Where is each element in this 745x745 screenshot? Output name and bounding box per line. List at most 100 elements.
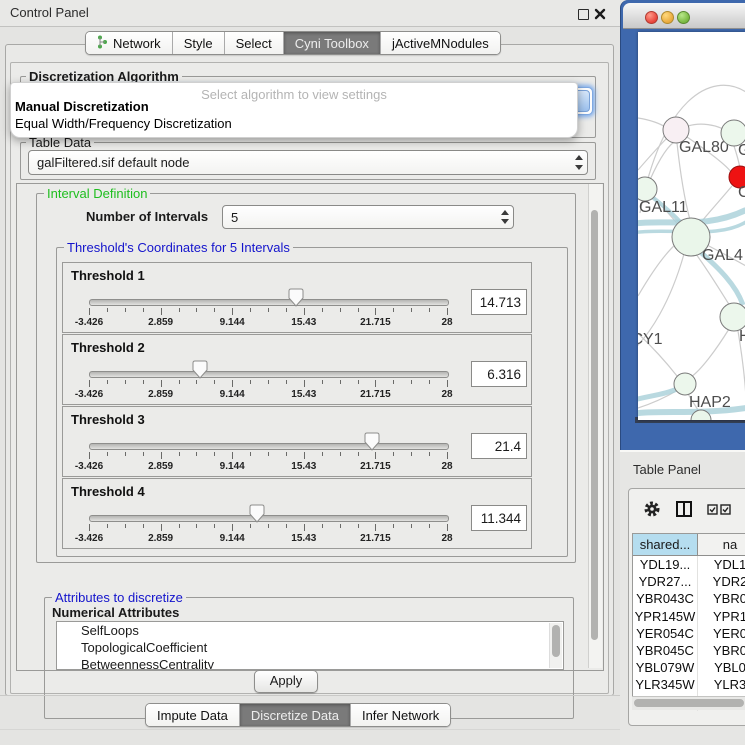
tab-label: Network — [113, 36, 161, 51]
table-row[interactable]: YER054CYER0 — [633, 625, 745, 642]
cell[interactable]: YBR043C — [633, 590, 698, 607]
tick-mark — [214, 308, 215, 312]
slider[interactable]: -3.4262.8599.14415.4321.71528 — [89, 263, 447, 332]
settings-scrollbar[interactable] — [588, 184, 602, 668]
split-columns-icon[interactable] — [675, 500, 693, 523]
network-edge[interactable] — [638, 243, 677, 296]
attributes-scrollbar[interactable] — [549, 623, 562, 668]
table-panel-title: Table Panel — [633, 462, 701, 477]
apply-button[interactable]: Apply — [254, 670, 318, 693]
cell[interactable]: YBR0 — [698, 590, 745, 607]
settings-scrollbar-thumb[interactable] — [591, 210, 598, 640]
node-label: GCY1 — [638, 331, 663, 348]
close-icon[interactable] — [594, 8, 606, 20]
float-window-icon[interactable] — [578, 9, 589, 20]
threshold-value-field[interactable]: 14.713 — [471, 289, 527, 315]
cell[interactable]: YPR1 — [698, 608, 745, 625]
stepper-arrows-icon[interactable] — [497, 206, 513, 228]
cell[interactable]: YBL0 — [698, 659, 745, 676]
number-of-intervals-select[interactable]: 5 — [222, 205, 514, 229]
table-row[interactable]: YBR043CYBR0 — [633, 590, 745, 607]
zoom-traffic-light[interactable] — [677, 11, 690, 24]
mode-tab-impute-data[interactable]: Impute Data — [146, 704, 239, 726]
checkbox-icon[interactable] — [707, 502, 718, 520]
column-header-na[interactable]: na — [698, 534, 745, 555]
network-node-h[interactable] — [720, 303, 745, 331]
table-hscrollbar-thumb[interactable] — [634, 699, 744, 707]
network-edge[interactable] — [691, 329, 729, 377]
attributes-listbox[interactable]: SelfLoopsTopologicalCoefficientBetweenne… — [56, 621, 564, 670]
cell[interactable]: YPR145W — [633, 608, 698, 625]
cell[interactable]: YDR2 — [698, 573, 745, 590]
network-node-hap2[interactable] — [674, 373, 696, 395]
slider-tick-labels: -3.4262.8599.14415.4321.71528 — [89, 317, 447, 329]
tab-cyni-toolbox[interactable]: Cyni Toolbox — [283, 32, 380, 54]
network-edge[interactable] — [638, 388, 679, 404]
algorithm-option-equal-width-frequency-discretization[interactable]: Equal Width/Frequency Discretization — [15, 116, 232, 131]
table-hscrollbar[interactable] — [632, 696, 745, 710]
threshold-value-field[interactable]: 21.4 — [471, 433, 527, 459]
tick-mark — [250, 380, 251, 384]
slider-track[interactable] — [89, 299, 449, 306]
tick-mark — [143, 380, 144, 384]
threshold-value-field[interactable]: 6.316 — [471, 361, 527, 387]
settings-gear-icon[interactable] — [643, 500, 661, 523]
cell[interactable]: YDL19... — [633, 556, 698, 573]
table-toolbar — [629, 489, 745, 533]
table-row[interactable]: YLR345WYLR3 — [633, 676, 745, 693]
checkbox-icon[interactable] — [720, 502, 731, 520]
cell[interactable]: YER0 — [698, 625, 745, 642]
cell[interactable]: YLR3 — [698, 676, 745, 693]
slider[interactable]: -3.4262.8599.14415.4321.71528 — [89, 335, 447, 404]
algorithm-option-manual-discretization[interactable]: Manual Discretization — [15, 99, 149, 114]
table-row[interactable]: YPR145WYPR1 — [633, 608, 745, 625]
cell[interactable]: YDL1 — [698, 556, 745, 573]
threshold-value-field[interactable]: 11.344 — [471, 505, 527, 531]
slider-track[interactable] — [89, 515, 449, 522]
tick-mark — [196, 452, 197, 456]
mode-tab-discretize-data[interactable]: Discretize Data — [239, 704, 350, 726]
tick-mark — [429, 452, 430, 456]
tick-label: -3.426 — [75, 389, 103, 400]
close-traffic-light[interactable] — [645, 11, 658, 24]
attributes-scrollbar-thumb[interactable] — [552, 625, 560, 657]
attribute-item-betweennesscentrality[interactable]: BetweennessCentrality — [57, 656, 563, 670]
minimize-traffic-light[interactable] — [661, 11, 674, 24]
tab-style[interactable]: Style — [172, 32, 224, 54]
tick-label: 2.859 — [148, 533, 173, 544]
cell[interactable]: YBR0 — [698, 642, 745, 659]
network-canvas[interactable]: GAL80GCGAL11GAL4GCY1HHAP2 — [638, 32, 745, 420]
network-window-titlebar[interactable] — [623, 3, 745, 29]
slider-thumb[interactable] — [364, 432, 380, 451]
slider-thumb[interactable] — [192, 360, 208, 379]
cell[interactable]: YLR345W — [633, 676, 698, 693]
slider-thumb[interactable] — [288, 288, 304, 307]
cell[interactable]: YER054C — [633, 625, 698, 642]
mode-tab-infer-network[interactable]: Infer Network — [350, 704, 450, 726]
slider-thumb[interactable] — [249, 504, 265, 523]
table-row[interactable]: YBR045CYBR0 — [633, 642, 745, 659]
network-edge[interactable] — [688, 124, 725, 130]
table-data-select[interactable]: galFiltered.sif default node — [28, 150, 588, 175]
slider-track[interactable] — [89, 371, 449, 378]
table-row[interactable]: YDL19...YDL1 — [633, 556, 745, 573]
column-header-shared[interactable]: shared... — [633, 534, 698, 555]
slider-track[interactable] — [89, 443, 449, 450]
table-row[interactable]: YDR27...YDR2 — [633, 573, 745, 590]
tick-mark — [393, 380, 394, 384]
tab-network[interactable]: Network — [86, 32, 172, 54]
attribute-item-topologicalcoefficient[interactable]: TopologicalCoefficient — [57, 639, 563, 656]
network-node-gal11[interactable] — [638, 177, 657, 201]
cell[interactable]: YDR27... — [633, 573, 698, 590]
cell[interactable]: YBL079W — [633, 659, 698, 676]
attribute-item-selfloops[interactable]: SelfLoops — [57, 622, 563, 639]
table-row[interactable]: YBL079WYBL0 — [633, 659, 745, 676]
slider[interactable]: -3.4262.8599.14415.4321.71528 — [89, 479, 447, 548]
slider[interactable]: -3.4262.8599.14415.4321.71528 — [89, 407, 447, 476]
stepper-arrows-icon[interactable] — [571, 151, 587, 174]
tab-select[interactable]: Select — [224, 32, 283, 54]
cell[interactable]: YBR045C — [633, 642, 698, 659]
network-edge[interactable] — [638, 118, 665, 127]
tick-label: 28 — [441, 317, 452, 328]
tab-jactivemnodules[interactable]: jActiveMNodules — [380, 32, 500, 54]
